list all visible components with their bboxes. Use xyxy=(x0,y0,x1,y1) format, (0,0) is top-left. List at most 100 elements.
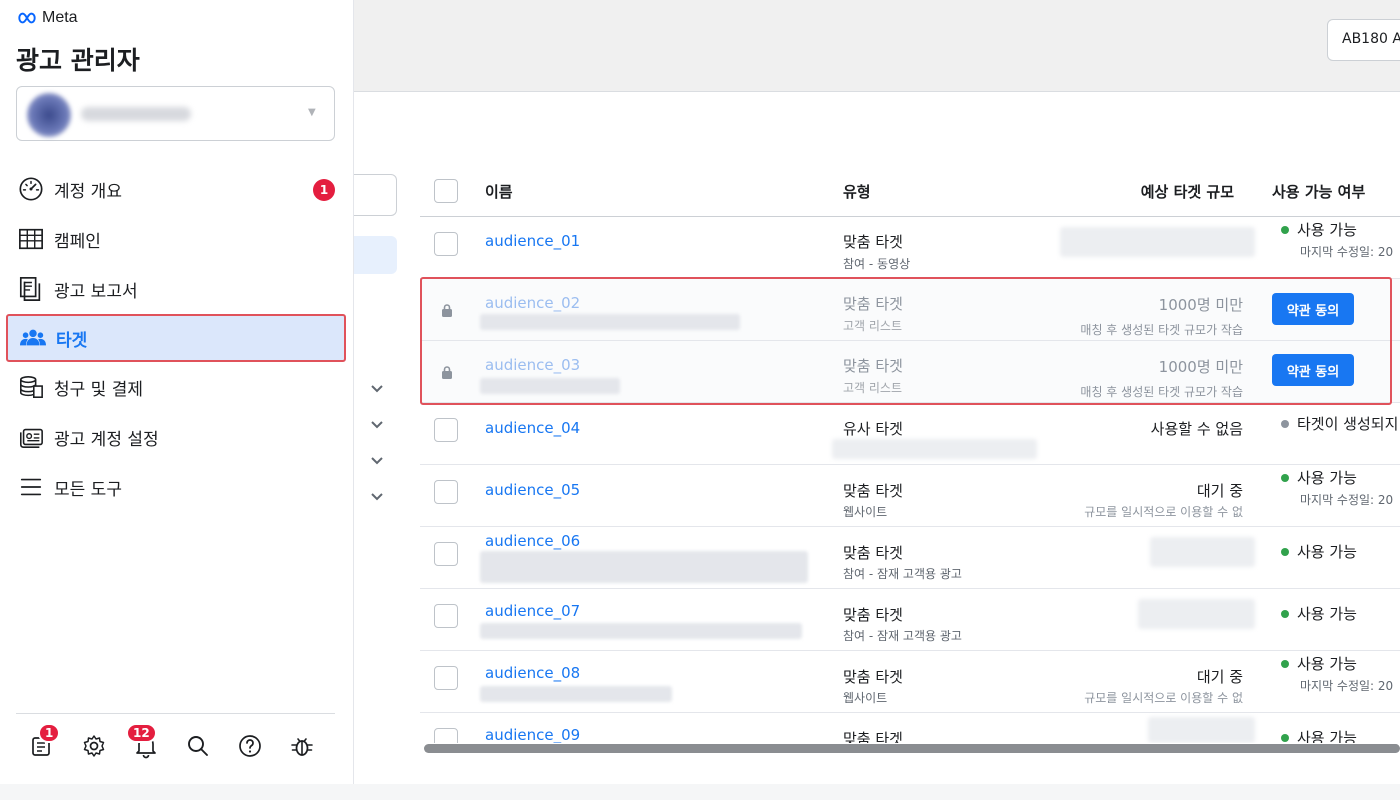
account-name-blurred xyxy=(81,107,191,121)
audience-description-blurred xyxy=(480,551,808,583)
sidebar: Meta 광고 관리자 ▼ 계정 개요 1 캠페인 광고 보고서 타겟 청구 및… xyxy=(0,0,354,800)
search-input[interactable] xyxy=(354,174,397,216)
audience-size-note: 규모를 일시적으로 이용할 수 없 xyxy=(1084,505,1243,519)
status-label: 사용 가능 xyxy=(1297,729,1357,743)
sidebar-item-account-overview[interactable]: 계정 개요 1 xyxy=(0,164,354,214)
audience-type: 맞춤 타겟 xyxy=(843,357,903,375)
table-row[interactable]: audience_03 맞춤 타겟 고객 리스트 1000명 미만 매칭 후 생… xyxy=(420,341,1400,403)
sidebar-bottom-toolbar: 1 12 xyxy=(16,723,328,764)
report-pages-icon xyxy=(16,276,46,302)
table-row[interactable]: audience_02 맞춤 타겟 고객 리스트 1000명 미만 매칭 후 생… xyxy=(420,279,1400,341)
audience-name-link[interactable]: audience_09 xyxy=(485,726,580,743)
audience-description-blurred xyxy=(480,686,672,702)
audience-name-link[interactable]: audience_03 xyxy=(485,356,580,374)
audience-name-link[interactable]: audience_05 xyxy=(485,481,580,499)
search-icon xyxy=(188,736,208,756)
audience-size-note: 매칭 후 생성된 타겟 규모가 작습 xyxy=(1080,385,1243,399)
row-checkbox[interactable] xyxy=(434,728,458,743)
column-header-type[interactable]: 유형 xyxy=(843,166,871,216)
chevron-down-icon[interactable] xyxy=(369,488,385,501)
settings-button[interactable] xyxy=(68,728,120,764)
search-button[interactable] xyxy=(172,728,224,764)
status-label: 사용 가능 xyxy=(1297,655,1357,673)
sidebar-item-label: 광고 보고서 xyxy=(54,281,138,302)
horizontal-scrollbar[interactable] xyxy=(424,744,1400,753)
accept-terms-button[interactable]: 약관 동의 xyxy=(1272,293,1354,325)
chevron-down-icon[interactable] xyxy=(369,452,385,465)
row-checkbox[interactable] xyxy=(434,542,458,566)
meta-logo[interactable]: Meta xyxy=(16,9,78,27)
notification-badge: 1 xyxy=(38,723,61,743)
table-row[interactable]: audience_08 맞춤 타겟 웹사이트 대기 중 규모를 일시적으로 이용… xyxy=(420,651,1400,713)
row-checkbox[interactable] xyxy=(434,480,458,504)
audience-type: 맞춤 타겟 xyxy=(843,606,903,624)
audience-name-link[interactable]: audience_06 xyxy=(485,532,580,550)
top-header xyxy=(354,0,1400,92)
lock-icon xyxy=(442,366,452,379)
sidebar-item-label: 청구 및 결제 xyxy=(54,379,144,400)
audience-subtype: 웹사이트 xyxy=(843,505,888,519)
audience-size-note: 규모를 일시적으로 이용할 수 없 xyxy=(1084,691,1243,705)
sidebar-item-all-tools[interactable]: 모든 도구 xyxy=(0,462,354,512)
sidebar-item-audiences[interactable]: 타겟 xyxy=(6,314,346,362)
status-dot-green xyxy=(1281,473,1289,482)
row-checkbox[interactable] xyxy=(434,666,458,690)
table-row[interactable]: audience_05 맞춤 타겟 웹사이트 대기 중 규모를 일시적으로 이용… xyxy=(420,465,1400,527)
sidebar-item-billing[interactable]: 청구 및 결제 xyxy=(0,362,354,412)
audience-description-blurred xyxy=(480,623,802,639)
sidebar-item-ad-account-settings[interactable]: 광고 계정 설정 xyxy=(0,412,354,462)
report-bug-button[interactable] xyxy=(276,728,328,764)
audience-type: 맞춤 타겟 xyxy=(843,295,903,313)
status-dot-green xyxy=(1281,547,1289,556)
audience-name-link[interactable]: audience_08 xyxy=(485,664,580,682)
column-header-availability[interactable]: 사용 가능 여부 xyxy=(1272,166,1365,216)
row-checkbox[interactable] xyxy=(434,232,458,256)
table-row[interactable]: audience_07 맞춤 타겟 참여 - 잠재 고객용 광고 사용 가능 xyxy=(420,589,1400,651)
select-all-checkbox[interactable] xyxy=(434,179,458,203)
column-header-name[interactable]: 이름 xyxy=(485,166,513,216)
audience-type: 유사 타겟 xyxy=(843,420,903,438)
filter-selected-item[interactable] xyxy=(354,236,397,274)
audience-size: 사용할 수 없음 xyxy=(1150,420,1243,438)
audience-name-link[interactable]: audience_07 xyxy=(485,602,580,620)
ad-account-selector[interactable]: ▼ xyxy=(16,86,335,141)
hamburger-menu-icon xyxy=(16,474,46,500)
help-button[interactable] xyxy=(224,728,276,764)
row-checkbox[interactable] xyxy=(434,604,458,628)
audience-size-blurred xyxy=(1060,227,1255,257)
status-label: 사용 가능 xyxy=(1297,543,1357,561)
table-row[interactable]: audience_09 맞춤 타겟 사용 가능 xyxy=(420,713,1400,743)
bottom-strip xyxy=(0,784,1400,800)
lock-icon xyxy=(442,304,452,317)
availability-status: 사용 가능 xyxy=(1281,219,1357,240)
row-checkbox[interactable] xyxy=(434,418,458,442)
column-header-size[interactable]: 예상 타겟 규모 xyxy=(1141,166,1234,216)
chevron-down-icon[interactable] xyxy=(369,380,385,393)
sidebar-item-label: 타겟 xyxy=(56,330,88,351)
accept-terms-button[interactable]: 약관 동의 xyxy=(1272,354,1354,386)
table-row[interactable]: audience_04 유사 타겟 사용할 수 없음 타겟이 생성되지 xyxy=(420,403,1400,465)
audience-name-link[interactable]: audience_04 xyxy=(485,419,580,437)
audience-subtype: 웹사이트 xyxy=(843,691,888,705)
account-switch-button[interactable]: AB180 A xyxy=(1327,19,1400,61)
audience-subtype: 참여 - 잠재 고객용 광고 xyxy=(843,567,962,581)
audience-subtype: 고객 리스트 xyxy=(843,381,903,395)
notifications-feed-button[interactable]: 1 xyxy=(16,723,68,764)
table-row[interactable]: audience_01 맞춤 타겟 참여 - 동영상 사용 가능 마지막 수정일… xyxy=(420,217,1400,279)
sidebar-item-ad-reports[interactable]: 광고 보고서 xyxy=(0,264,354,314)
dashboard-gauge-icon xyxy=(16,176,46,202)
app-title: 광고 관리자 xyxy=(16,46,140,75)
availability-status: 사용 가능 xyxy=(1281,653,1357,674)
audience-name-link[interactable]: audience_01 xyxy=(485,232,580,250)
status-label: 사용 가능 xyxy=(1297,469,1357,487)
table-row[interactable]: audience_06 맞춤 타겟 참여 - 잠재 고객용 광고 사용 가능 xyxy=(420,527,1400,589)
status-label: 타겟이 생성되지 xyxy=(1297,415,1399,433)
alerts-button[interactable]: 12 xyxy=(120,723,172,764)
chevron-down-icon[interactable] xyxy=(369,416,385,429)
availability-status: 사용 가능 xyxy=(1281,467,1357,488)
audience-type: 맞춤 타겟 xyxy=(843,730,903,743)
chevron-down-icon: ▼ xyxy=(308,107,316,118)
status-label: 사용 가능 xyxy=(1297,605,1357,623)
sidebar-item-campaigns[interactable]: 캠페인 xyxy=(0,214,354,264)
audience-name-link[interactable]: audience_02 xyxy=(485,294,580,312)
